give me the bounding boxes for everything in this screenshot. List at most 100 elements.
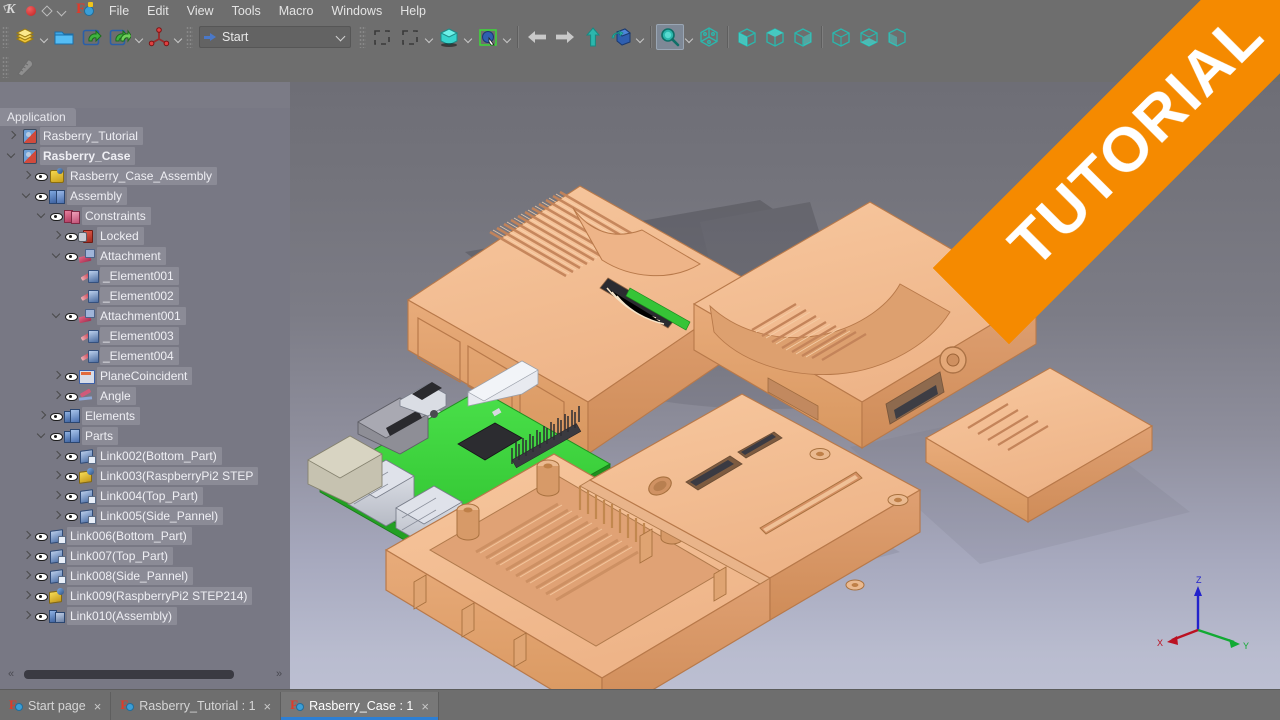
visibility-eye-icon[interactable] [64, 246, 78, 266]
tree-item-angle[interactable]: Angle [0, 386, 290, 406]
expand-arrow-icon[interactable] [51, 446, 64, 466]
draw-style-icon[interactable] [435, 24, 463, 50]
expand-arrow-icon[interactable] [51, 226, 64, 246]
tree-item-link006-bottom-part[interactable]: Link006(Bottom_Part) [0, 526, 290, 546]
visibility-eye-icon[interactable] [34, 586, 48, 606]
document-tab-start-page[interactable]: F Start page × [0, 692, 112, 720]
close-icon[interactable]: × [264, 700, 272, 713]
menu-tools[interactable]: Tools [223, 0, 270, 22]
tree-item-link005-side-pannel[interactable]: Link005(Side_Pannel) [0, 506, 290, 526]
tree-item-rasberry-tutorial[interactable]: Rasberry_Tutorial [0, 126, 290, 146]
visibility-eye-icon[interactable] [49, 406, 63, 426]
expand-arrow-icon[interactable] [21, 586, 34, 606]
view-toolbar-handle[interactable] [359, 26, 366, 48]
tree-item-element004[interactable]: _Element004 [0, 346, 290, 366]
rear-view-icon[interactable] [827, 24, 855, 50]
expand-arrow-icon[interactable] [6, 126, 19, 146]
rotate-view-icon[interactable] [607, 24, 635, 50]
workbench-selector[interactable]: Start [199, 26, 351, 48]
visibility-eye-icon[interactable] [34, 526, 48, 546]
tree-item-link009-raspberrypi2-step214[interactable]: Link009(RaspberryPi2 STEP214) [0, 586, 290, 606]
menu-windows[interactable]: Windows [323, 0, 392, 22]
scroll-right-icon[interactable]: » [272, 667, 286, 681]
chevron-down-icon[interactable] [58, 8, 67, 14]
new-document-dropdown-icon[interactable] [39, 25, 50, 49]
secondary-toolbar-handle[interactable] [2, 56, 9, 78]
scroll-left-icon[interactable]: « [4, 667, 18, 681]
tree-item-elements[interactable]: Elements [0, 406, 290, 426]
menu-file[interactable]: File [100, 0, 138, 22]
expand-arrow-icon[interactable] [51, 486, 64, 506]
bounding-box-icon[interactable] [368, 24, 396, 50]
bottom-view-icon[interactable] [855, 24, 883, 50]
tree-item-element003[interactable]: _Element003 [0, 326, 290, 346]
top-view-icon[interactable] [761, 24, 789, 50]
toolbar-handle[interactable] [2, 26, 9, 48]
back-arrow-icon[interactable] [523, 24, 551, 50]
workbench-toolbar-handle[interactable] [186, 26, 193, 48]
refresh-icon[interactable] [145, 24, 173, 50]
visibility-eye-icon[interactable] [34, 566, 48, 586]
menu-view[interactable]: View [178, 0, 223, 22]
front-view-icon[interactable] [733, 24, 761, 50]
tree-item-attachment[interactable]: Attachment [0, 246, 290, 266]
tree-horizontal-scrollbar[interactable]: « » [0, 666, 290, 682]
up-arrow-icon[interactable] [579, 24, 607, 50]
tree-item-locked[interactable]: Locked [0, 226, 290, 246]
select-dropdown-icon[interactable] [424, 25, 435, 49]
collapse-arrow-icon[interactable] [51, 306, 64, 326]
workbench-caret-icon[interactable] [337, 34, 346, 40]
tree-item-link007-top-part[interactable]: Link007(Top_Part) [0, 546, 290, 566]
select-all-icon[interactable] [396, 24, 424, 50]
expand-arrow-icon[interactable] [21, 606, 34, 626]
menu-help[interactable]: Help [391, 0, 435, 22]
scrollbar-track[interactable] [21, 669, 269, 679]
document-tab-rasberry-case-1[interactable]: F Rasberry_Case : 1 × [281, 692, 439, 720]
new-document-icon[interactable] [11, 24, 39, 50]
close-icon[interactable]: × [421, 700, 429, 713]
tree-item-link003-raspberrypi2-step[interactable]: Link003(RaspberryPi2 STEP [0, 466, 290, 486]
left-view-icon[interactable] [883, 24, 911, 50]
fit-all-dropdown-icon[interactable] [684, 25, 695, 49]
record-dot-icon[interactable] [26, 6, 36, 16]
document-tabs[interactable]: F Start page × F Rasberry_Tutorial : 1 × F Rasb… [0, 692, 439, 720]
fit-all-icon[interactable] [656, 24, 684, 50]
tree-item-rasberry-case[interactable]: Rasberry_Case [0, 146, 290, 166]
menu-edit[interactable]: Edit [138, 0, 178, 22]
tree-item-parts[interactable]: Parts [0, 426, 290, 446]
forward-arrow-icon[interactable] [551, 24, 579, 50]
tree-item-element001[interactable]: _Element001 [0, 266, 290, 286]
model-tree-list[interactable]: Rasberry_Tutorial Rasberry_Case Rasberry_C… [0, 126, 290, 626]
visibility-eye-icon[interactable] [64, 466, 78, 486]
save-document-icon[interactable] [78, 24, 106, 50]
expand-arrow-icon[interactable] [51, 366, 64, 386]
tree-item-attachment001[interactable]: Attachment001 [0, 306, 290, 326]
refresh-dropdown-icon[interactable] [173, 25, 184, 49]
visibility-eye-icon[interactable] [49, 426, 63, 446]
visibility-eye-icon[interactable] [64, 446, 78, 466]
visibility-eye-icon[interactable] [34, 546, 48, 566]
collapse-arrow-icon[interactable] [21, 186, 34, 206]
expand-arrow-icon[interactable] [21, 526, 34, 546]
menu-macro[interactable]: Macro [270, 0, 323, 22]
scrollbar-thumb[interactable] [24, 669, 234, 679]
tree-item-link002-bottom-part[interactable]: Link002(Bottom_Part) [0, 446, 290, 466]
tree-item-link004-top-part[interactable]: Link004(Top_Part) [0, 486, 290, 506]
diamond-icon[interactable] [41, 5, 53, 17]
isometric-view-icon[interactable] [695, 24, 723, 50]
expand-arrow-icon[interactable] [51, 386, 64, 406]
visibility-eye-icon[interactable] [64, 486, 78, 506]
close-icon[interactable]: × [94, 700, 102, 713]
expand-arrow-icon[interactable] [51, 466, 64, 486]
save-all-icon[interactable] [106, 24, 134, 50]
collapse-arrow-icon[interactable] [51, 246, 64, 266]
appearance-dropdown-icon[interactable] [502, 25, 513, 49]
visibility-eye-icon[interactable] [34, 186, 48, 206]
expand-arrow-icon[interactable] [51, 506, 64, 526]
tree-item-link008-side-pannel[interactable]: Link008(Side_Pannel) [0, 566, 290, 586]
draw-style-dropdown-icon[interactable] [463, 25, 474, 49]
tree-item-element002[interactable]: _Element002 [0, 286, 290, 306]
collapse-arrow-icon[interactable] [36, 426, 49, 446]
tree-item-rasberry-case-assembly[interactable]: Rasberry_Case_Assembly [0, 166, 290, 186]
tree-item-assembly[interactable]: Assembly [0, 186, 290, 206]
